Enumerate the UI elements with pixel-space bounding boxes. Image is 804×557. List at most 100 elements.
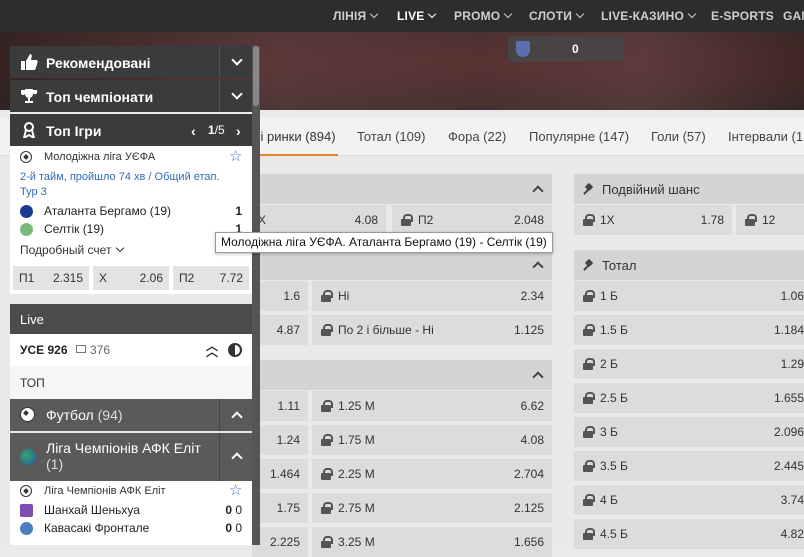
league-afc-champions-elite[interactable]: Ліга Чемпіонів АФК Еліт (1) [10, 433, 252, 481]
odds-value: 1.11 [277, 399, 300, 413]
odds-cell[interactable]: 1.6 [252, 281, 308, 311]
top-game-card[interactable]: Молодіжна ліга УЄФА ☆ 2-й тайм, пройшло … [10, 146, 252, 294]
nav-item-games[interactable]: GAM [783, 9, 804, 23]
top-label: ТОП [20, 376, 45, 390]
lock-icon [583, 426, 595, 438]
trophy-icon [21, 89, 38, 103]
nav-item-esports[interactable]: E-SPORTS [711, 9, 774, 23]
lock-icon [321, 290, 333, 302]
sidebar-item-top-championships[interactable]: Топ чемпіонати [10, 80, 252, 112]
nav-item-line[interactable]: ЛІНІЯ [333, 9, 379, 23]
odds-cell[interactable]: 1.75 [252, 493, 308, 523]
odds-cell[interactable]: 2.225 [252, 527, 308, 557]
odds-cell[interactable]: 2 Б 1.29 [574, 349, 804, 379]
chevron-up-icon[interactable] [231, 411, 243, 423]
odds-cell[interactable]: 1.11 [252, 391, 308, 421]
league-label: Ліга Чемпіонів АФК Еліт (1) [46, 440, 216, 472]
odds-value: 2.048 [513, 213, 544, 227]
odds-cell[interactable]: 1.24 [252, 425, 308, 455]
odds-button[interactable]: X 2.06 [93, 266, 169, 290]
chevron-down-icon[interactable] [231, 88, 243, 100]
pin-icon[interactable] [584, 260, 594, 270]
lock-icon [321, 434, 333, 446]
odds-cell[interactable]: 4.87 [252, 315, 308, 345]
odds-cell[interactable]: 2.75 М 2.125 [312, 493, 552, 523]
chevron-down-icon[interactable] [231, 54, 243, 66]
odds-button[interactable]: П2 7.72 [173, 266, 249, 290]
favorite-star-icon[interactable]: ☆ [229, 147, 242, 165]
sidebar-item-top-games[interactable]: Топ Ігри ‹ 1/5 › [10, 114, 252, 146]
all-events-row[interactable]: УСЕ 926 376 ︿ ︿ [10, 334, 252, 366]
lock-icon [583, 494, 595, 506]
odds-cell[interactable]: 12 [736, 205, 804, 235]
top-filter-row[interactable]: ТОП [10, 366, 252, 399]
match-tooltip: Молодіжна ліга УЄФА. Аталанта Бергамо (1… [215, 232, 553, 253]
market-header-double-chance[interactable]: Подвійний шанс [574, 174, 804, 204]
tab-intervals[interactable]: Інтервали (1 [728, 129, 803, 144]
odds-cell[interactable]: 1.75 М 4.08 [312, 425, 552, 455]
odds-cell[interactable]: X 4.08 [252, 205, 386, 235]
globe-icon[interactable] [228, 343, 242, 357]
odds-cell[interactable]: 1.25 М 6.62 [312, 391, 552, 421]
scrollbar-thumb[interactable] [253, 46, 259, 106]
odds-label: 3 Б [600, 425, 618, 439]
odds-cell[interactable]: 1.5 Б 1.184 [574, 315, 804, 345]
thumbs-up-icon [21, 54, 38, 70]
tab-handicap[interactable]: Фора (22) [448, 129, 506, 144]
live-match-card[interactable]: Ліга Чемпіонів АФК Еліт ☆ Шанхай Шеньхуа… [10, 481, 252, 545]
odds-cell[interactable]: П2 2.048 [392, 205, 552, 235]
odds-label: 4.5 Б [600, 527, 628, 541]
tab-goals[interactable]: Голи (57) [651, 129, 706, 144]
favorite-star-icon[interactable]: ☆ [229, 481, 242, 499]
chevron-up-icon[interactable] [532, 371, 544, 383]
odds-value: 4.08 [520, 433, 544, 447]
odds-cell[interactable]: 3.25 М 1.656 [312, 527, 552, 557]
odds-cell[interactable]: По 2 і більше - Ні 1.125 [312, 315, 552, 345]
odds-cell[interactable]: 3.5 Б 2.445 [574, 451, 804, 481]
sport-football[interactable]: Футбол (94) [10, 399, 252, 431]
team-score: 1 [235, 204, 242, 218]
team-name: Шанхай Шеньхуа [44, 503, 140, 517]
chevron-up-icon[interactable] [532, 261, 544, 273]
pin-icon[interactable] [584, 184, 594, 194]
nav-item-live-casino[interactable]: LIVE-КАЗИНО [601, 9, 697, 23]
market-header[interactable] [252, 250, 552, 280]
odds-cell[interactable]: 1 Б 1.06 [574, 281, 804, 311]
tab-all-markets[interactable]: сі ринки (894) [254, 129, 336, 144]
odds-cell[interactable]: 3 Б 2.096 [574, 417, 804, 447]
odds-button[interactable]: П1 2.315 [13, 266, 89, 290]
nav-item-slots[interactable]: СЛОТИ [529, 9, 585, 23]
double-chevron-up-icon[interactable]: ︿ ︿ [206, 340, 218, 358]
top-nav: ЛІНІЯ LIVE PROMO СЛОТИ LIVE-КАЗИНО E-SPO… [0, 0, 804, 32]
odds-cell[interactable]: 2.5 Б 1.655 [574, 383, 804, 413]
detailed-score-toggle[interactable]: Подробный счет [20, 243, 125, 257]
market-header[interactable] [252, 174, 552, 204]
odds-value: 2.06 [139, 271, 163, 285]
nav-label: E-SPORTS [711, 9, 774, 23]
odds-cell[interactable]: 1.464 [252, 459, 308, 489]
sidebar: Рекомендовані Топ чемпіонати Топ Ігри ‹ … [10, 46, 252, 545]
nav-item-live[interactable]: LIVE [397, 9, 437, 23]
sidebar-item-recommended[interactable]: Рекомендовані [10, 46, 252, 78]
tab-popular[interactable]: Популярне (147) [529, 129, 629, 144]
odds-cell[interactable]: 4 Б 3.74 [574, 485, 804, 515]
next-page-icon[interactable]: › [236, 123, 241, 139]
market-header-total[interactable]: Тотал [574, 250, 804, 280]
nav-label: GAM [783, 9, 804, 23]
sport-name: Футбол [46, 407, 94, 423]
odds-cell[interactable]: 2.25 М 2.704 [312, 459, 552, 489]
odds-cell[interactable]: 1X 1.78 [574, 205, 732, 235]
sidebar-item-label: Топ Ігри [46, 123, 102, 139]
chevron-up-icon[interactable] [231, 452, 243, 464]
tab-total[interactable]: Тотал (109) [357, 129, 425, 144]
prev-page-icon[interactable]: ‹ [191, 123, 196, 139]
chevron-up-icon[interactable] [532, 185, 544, 197]
award-icon [22, 122, 36, 138]
nav-item-promo[interactable]: PROMO [454, 9, 513, 23]
lock-icon [321, 400, 333, 412]
sidebar-scrollbar[interactable] [252, 46, 260, 545]
odds-cell[interactable]: Ні 2.34 [312, 281, 552, 311]
sport-count: (94) [97, 407, 123, 423]
market-header[interactable] [252, 360, 552, 390]
lock-icon [583, 392, 595, 404]
